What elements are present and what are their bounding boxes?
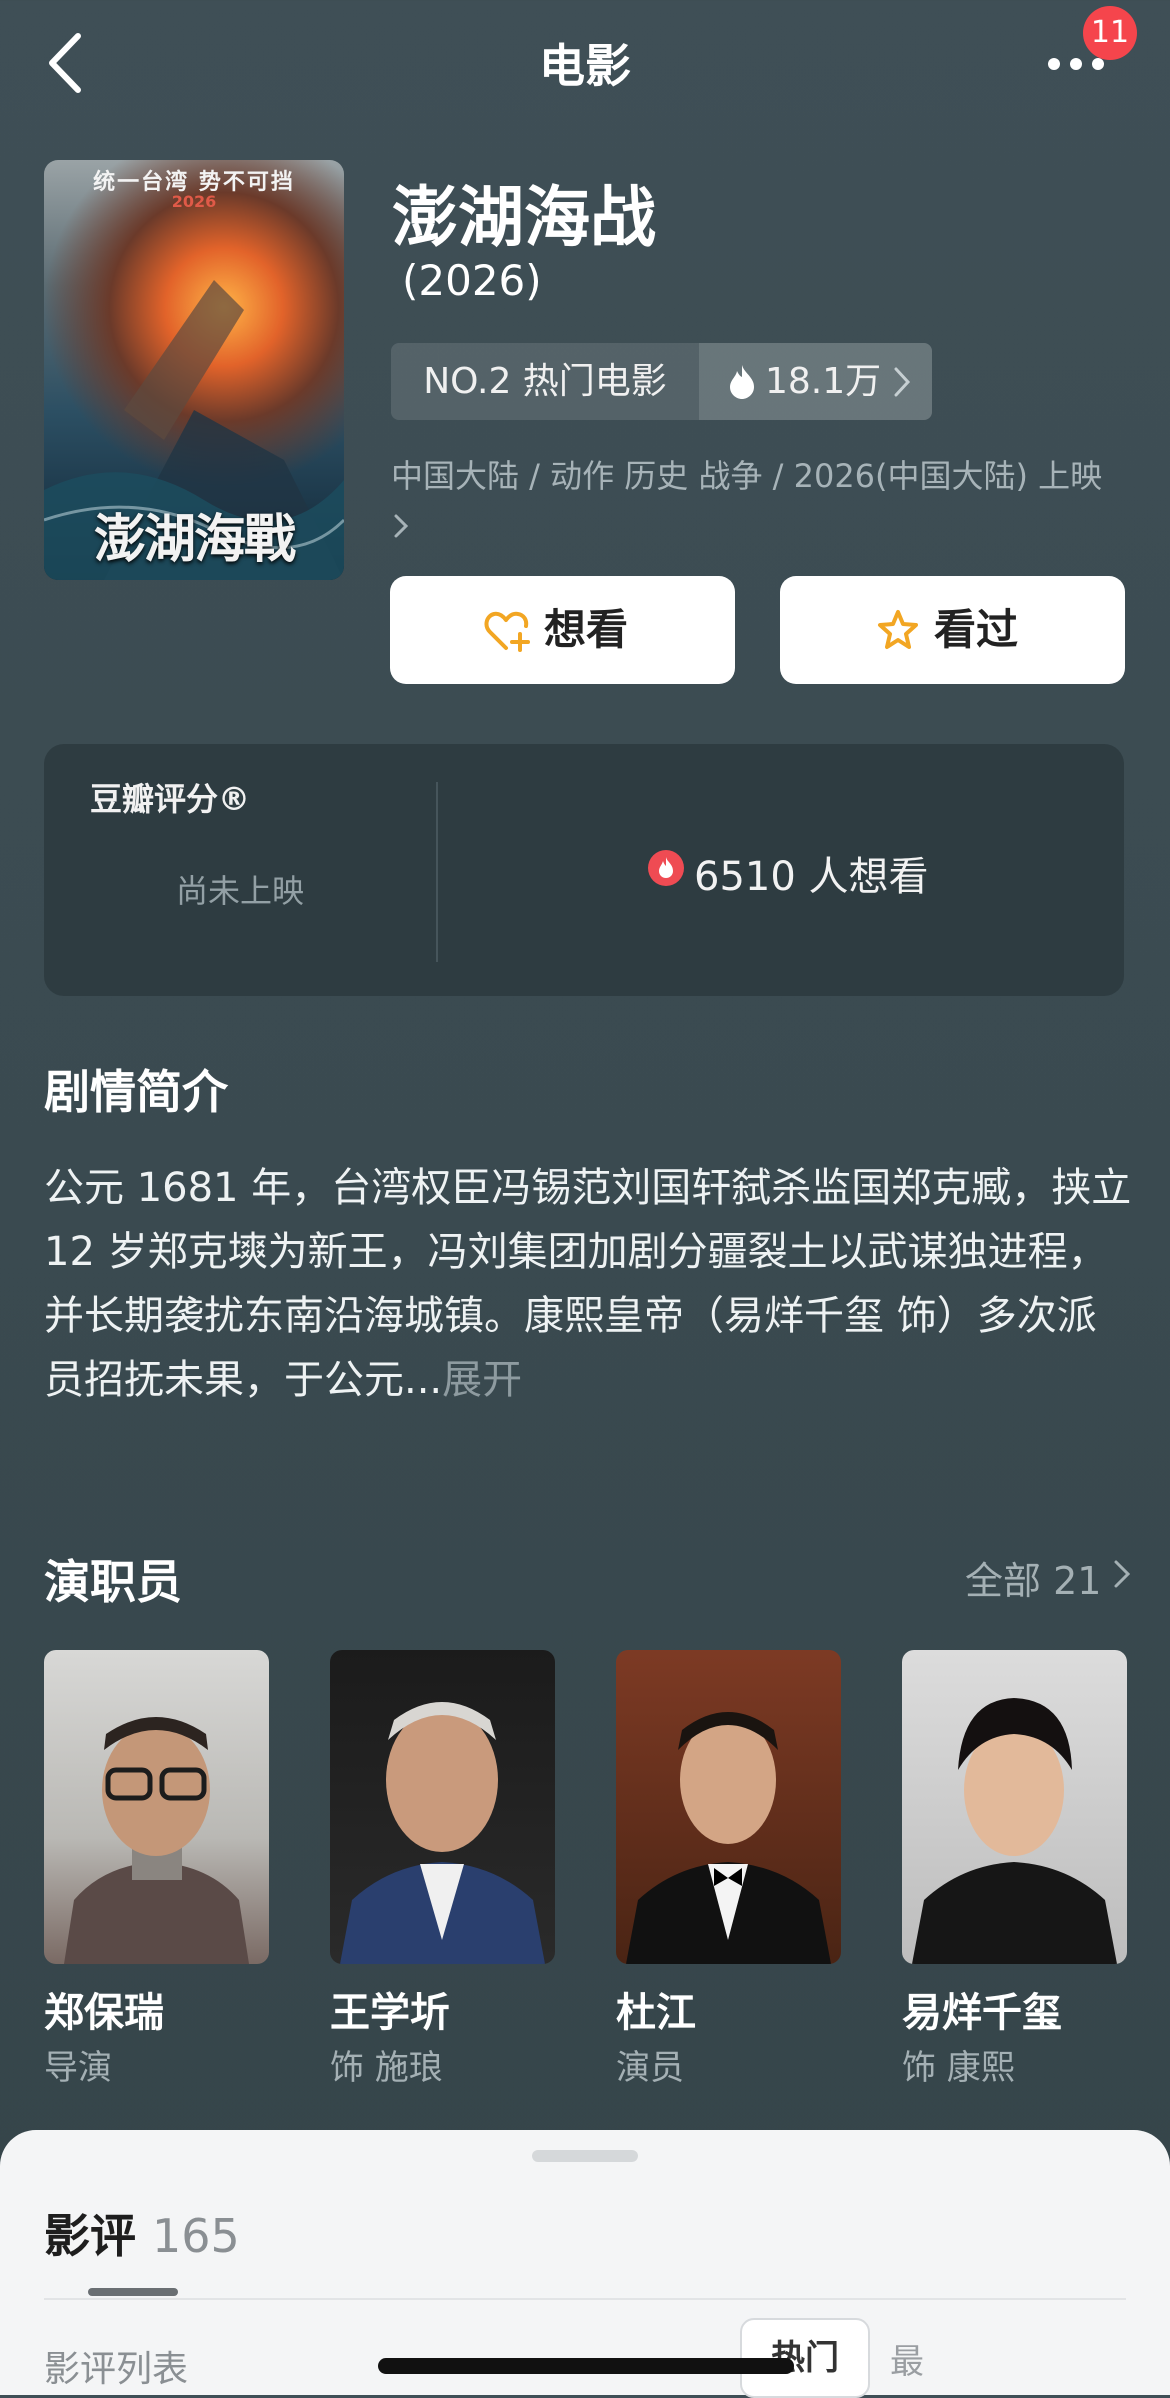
page-title: 电影	[539, 39, 631, 93]
active-tab-indicator	[88, 2288, 178, 2296]
rating-divider	[436, 782, 438, 962]
person-portrait	[626, 1712, 831, 1964]
reviews-tab[interactable]: 影评 165	[44, 2200, 240, 2266]
synopsis-title: 剧情简介	[44, 1065, 228, 1119]
heart-plus-icon	[484, 611, 530, 652]
rating-card[interactable]: 豆瓣评分® 尚未上映 6510 人想看	[44, 744, 1124, 996]
want-to-watch-button[interactable]: 想看	[390, 576, 735, 684]
reviews-sheet[interactable]: 影评 165 影评列表 热门 最	[0, 2130, 1170, 2398]
douban-rating-label: 豆瓣评分®	[90, 780, 251, 818]
movie-year: (2026)	[402, 256, 542, 305]
cast-photo[interactable]	[616, 1650, 841, 1964]
cast-role: 演员	[616, 2048, 684, 2088]
ranking-label: NO.2 热门电影	[423, 361, 667, 402]
chevron-right-icon	[394, 514, 409, 538]
heat-section[interactable]: 18.1万	[699, 343, 932, 420]
star-icon	[878, 610, 918, 649]
watched-button[interactable]: 看过	[780, 576, 1125, 684]
cast-all-link[interactable]: 全部 21	[965, 1550, 1101, 1605]
expand-link[interactable]: 展开	[442, 1357, 522, 1403]
movie-poster[interactable]: 统一台湾 势不可挡 2026 澎湖海戰	[44, 160, 344, 580]
poster-year: 2026	[171, 192, 217, 211]
movie-meta[interactable]: 中国大陆 / 动作 历史 战争 / 2026(中国大陆) 上映	[391, 452, 1111, 548]
cast-role: 导演	[44, 2048, 112, 2088]
watched-label: 看过	[934, 605, 1019, 654]
cast-name[interactable]: 郑保瑞	[44, 1980, 164, 2038]
sort-newest-button[interactable]: 最	[890, 2334, 924, 2383]
poster-title: 澎湖海戰	[93, 509, 296, 570]
flame-icon	[730, 365, 754, 399]
chevron-right-icon[interactable]	[1112, 1558, 1132, 1590]
home-indicator[interactable]	[378, 2358, 794, 2374]
cast-photo[interactable]	[44, 1650, 269, 1964]
review-list-label: 影评列表	[44, 2349, 189, 2390]
person-portrait	[64, 1717, 249, 1964]
want-to-watch-label: 想看	[544, 605, 629, 654]
wish-count: 6510 人想看	[694, 854, 929, 900]
ranking-pill[interactable]: NO.2 热门电影 18.1万	[391, 343, 932, 420]
cast-name[interactable]: 王学圻	[330, 1980, 450, 2038]
person-portrait	[912, 1698, 1117, 1964]
synopsis-text: 公元 1681 年，台湾权臣冯锡范刘国轩弑杀监国郑克臧，挟立 12 岁郑克塽为新…	[44, 1165, 1132, 1403]
cast-role: 饰 施琅	[330, 2048, 443, 2088]
heat-value: 18.1万	[765, 361, 882, 402]
person-portrait	[340, 1702, 545, 1964]
cast-name[interactable]: 杜江	[616, 1980, 696, 2038]
cast-role: 饰 康熙	[902, 2048, 1015, 2088]
sheet-drag-handle[interactable]	[532, 2150, 638, 2162]
rating-status: 尚未上映	[175, 872, 304, 910]
fire-badge-icon	[648, 850, 684, 886]
chevron-right-icon	[894, 367, 911, 397]
cast-name[interactable]: 易烊千玺	[902, 1980, 1062, 2038]
movie-title: 澎湖海战	[392, 179, 656, 256]
notification-badge: 11	[1083, 6, 1137, 60]
cast-photo[interactable]	[902, 1650, 1127, 1964]
cast-title: 演职员	[44, 1555, 182, 1609]
reviews-count: 165	[152, 2209, 240, 2263]
divider	[44, 2298, 1126, 2300]
cast-photo[interactable]	[330, 1650, 555, 1964]
